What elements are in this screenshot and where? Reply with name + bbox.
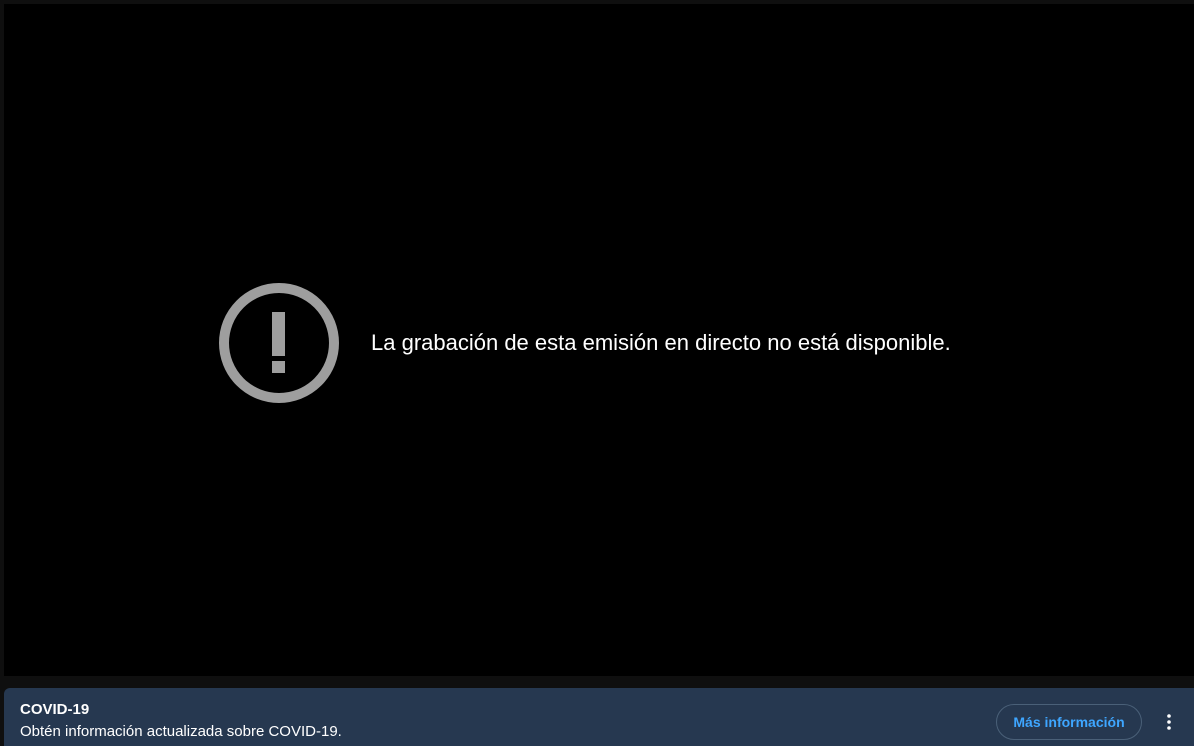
more-vertical-icon: [1167, 714, 1171, 730]
error-overlay: La grabación de esta emisión en directo …: [215, 279, 951, 407]
more-info-button[interactable]: Más información: [996, 704, 1142, 740]
panel-menu-button[interactable]: [1159, 708, 1179, 736]
page: La grabación de esta emisión en directo …: [0, 0, 1194, 746]
video-player[interactable]: La grabación de esta emisión en directo …: [4, 4, 1194, 676]
covid-info-panel: COVID-19 Obtén información actualizada s…: [4, 688, 1194, 746]
info-panel-title: COVID-19: [20, 701, 90, 718]
error-message: La grabación de esta emisión en directo …: [371, 330, 951, 355]
info-panel-description: Obtén información actualizada sobre COVI…: [20, 723, 342, 740]
exclamation-circle-icon: [219, 283, 339, 403]
